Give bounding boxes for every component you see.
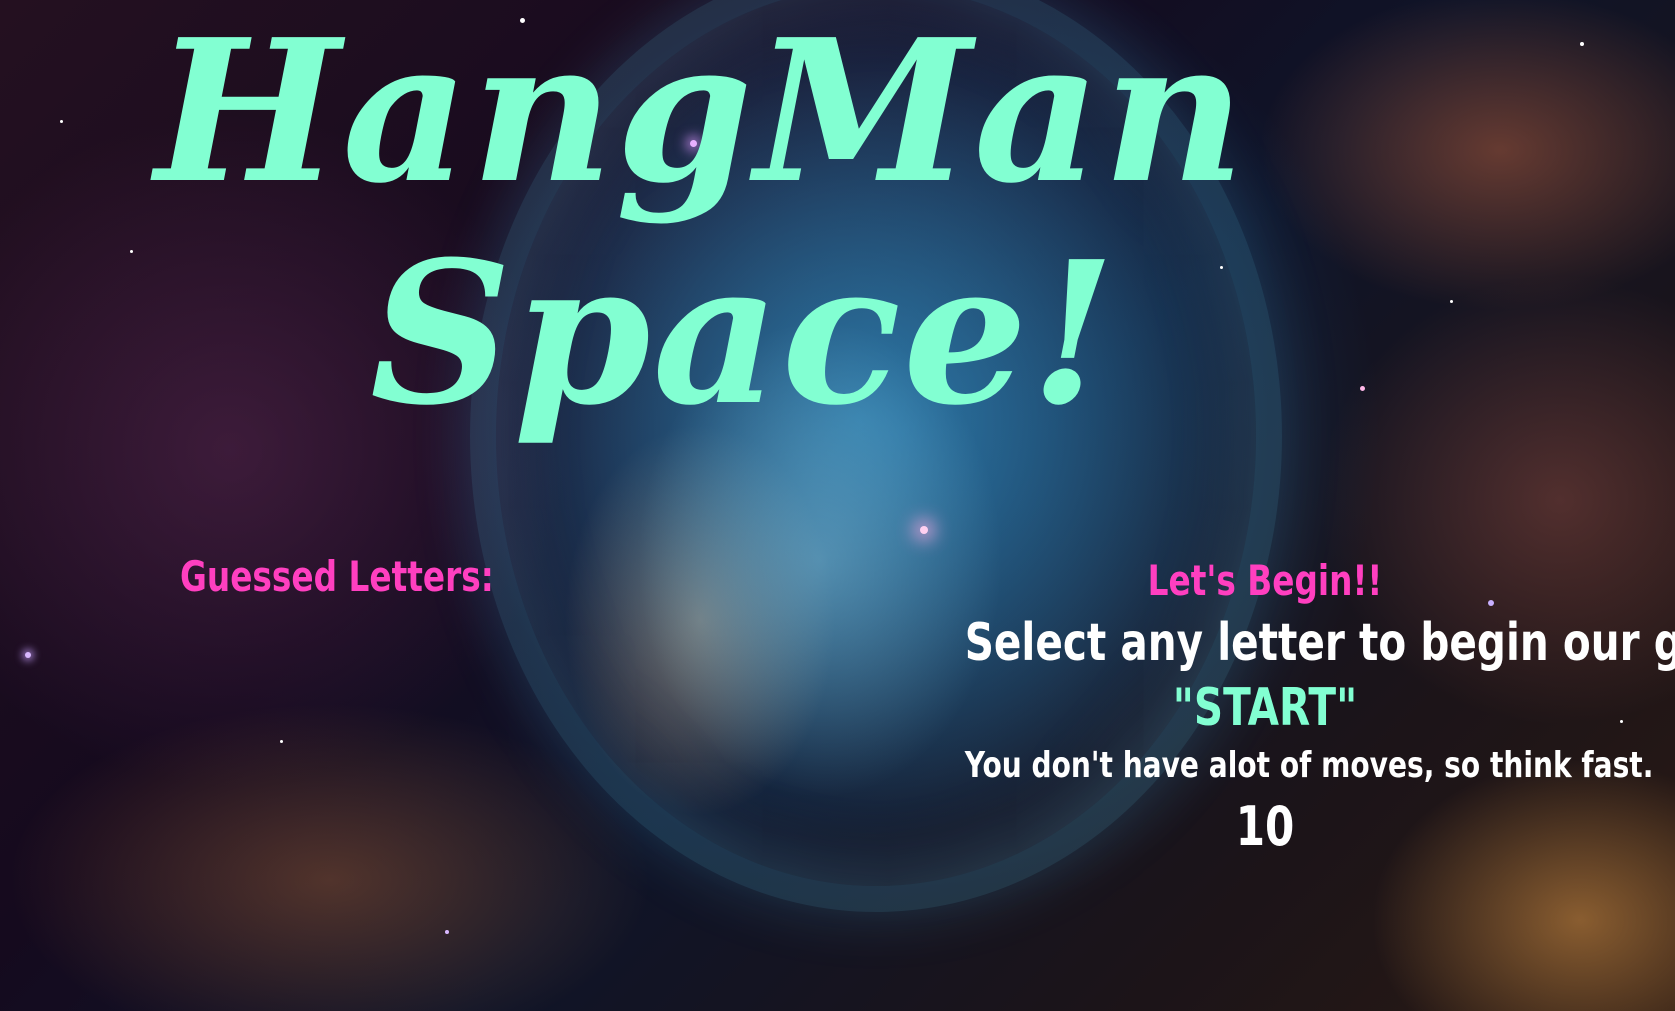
game-title-line-1: HangMan bbox=[155, 0, 1248, 227]
moves-remaining-counter: 10 bbox=[1235, 795, 1295, 858]
game-status-message: Let's Begin!! bbox=[1147, 556, 1383, 605]
star bbox=[25, 652, 31, 658]
game-hint: You don't have alot of moves, so think f… bbox=[964, 745, 1654, 786]
star bbox=[280, 740, 283, 743]
nebula-background: HangMan Space! Guessed Letters: Let's Be… bbox=[0, 0, 1675, 1011]
star bbox=[60, 120, 63, 123]
star bbox=[445, 930, 449, 934]
guessed-letters-list bbox=[180, 610, 600, 650]
game-instruction: Select any letter to begin our game! bbox=[964, 613, 1675, 673]
current-word-display: "START" bbox=[1172, 678, 1358, 738]
star bbox=[130, 250, 133, 253]
game-status-panel: Let's Begin!! Select any letter to begin… bbox=[880, 552, 1675, 862]
guessed-letters-label: Guessed Letters: bbox=[180, 552, 494, 601]
game-title-line-2: Space! bbox=[370, 219, 1118, 449]
star bbox=[920, 526, 928, 534]
